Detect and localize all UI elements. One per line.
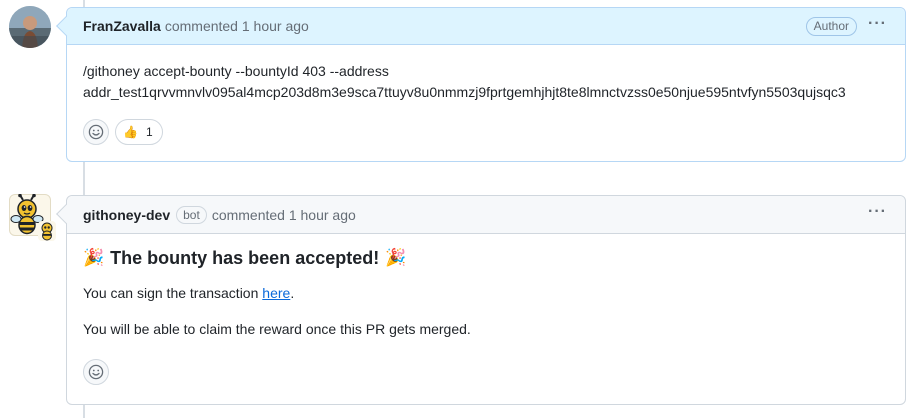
comment-caret <box>56 16 76 36</box>
comment-caret <box>56 204 76 224</box>
party-popper-icon: 🎉 <box>83 248 105 267</box>
sign-prefix: You can sign the transaction <box>83 285 263 301</box>
add-reaction-button[interactable] <box>83 119 109 145</box>
smiley-icon <box>88 364 104 380</box>
bot-badge: bot <box>176 205 207 224</box>
comment-timestamp[interactable]: commented 1 hour ago <box>165 18 309 34</box>
comment-timestamp[interactable]: commented 1 hour ago <box>212 207 356 223</box>
reactions-bar <box>83 359 889 385</box>
comment-author[interactable]: FranZavalla <box>83 18 161 34</box>
sign-suffix: . <box>290 285 295 301</box>
comment-githoney-dev: githoney-dev bot commented 1 hour ago ··… <box>56 195 906 405</box>
comment-franzavalla: FranZavalla commented 1 hour ago Author … <box>56 7 906 162</box>
comment-header: FranZavalla commented 1 hour ago Author … <box>56 8 905 45</box>
party-popper-icon: 🎉 <box>385 248 407 267</box>
command-line-2: addr_test1qrvvmnvlv095al4mcp203d8m3e9sca… <box>83 84 846 100</box>
comment-header: githoney-dev bot commented 1 hour ago ··… <box>56 196 905 234</box>
reactions-bar: 👍 1 <box>83 119 889 145</box>
kebab-menu-icon[interactable]: ··· <box>868 204 887 220</box>
add-reaction-button[interactable] <box>83 359 109 385</box>
thumbs-up-icon: 👍 <box>123 124 138 139</box>
avatar[interactable] <box>9 6 51 48</box>
small-bee-badge-icon <box>38 221 56 241</box>
comment-author[interactable]: githoney-dev <box>83 207 170 223</box>
bounty-heading: 🎉 The bounty has been accepted! 🎉 <box>83 246 889 270</box>
sign-transaction-link[interactable]: here <box>262 285 290 301</box>
reaction-count: 1 <box>145 124 153 139</box>
bot-avatar[interactable] <box>9 194 56 241</box>
author-badge: Author <box>805 17 857 36</box>
heading-text: The bounty has been accepted! <box>110 248 380 268</box>
smiley-icon <box>88 124 104 140</box>
comment-body: /githoney accept-bounty --bountyId 403 -… <box>67 45 905 161</box>
thumbs-up-reaction[interactable]: 👍 1 <box>115 119 163 145</box>
user-photo-icon <box>9 6 51 48</box>
claim-paragraph: You will be able to claim the reward onc… <box>83 321 471 337</box>
kebab-menu-icon[interactable]: ··· <box>868 16 887 32</box>
command-line-1: /githoney accept-bounty --bountyId 403 -… <box>83 63 389 79</box>
comment-body: 🎉 The bounty has been accepted! 🎉 You ca… <box>67 234 905 401</box>
sign-paragraph: You can sign the transaction here. <box>83 283 889 304</box>
